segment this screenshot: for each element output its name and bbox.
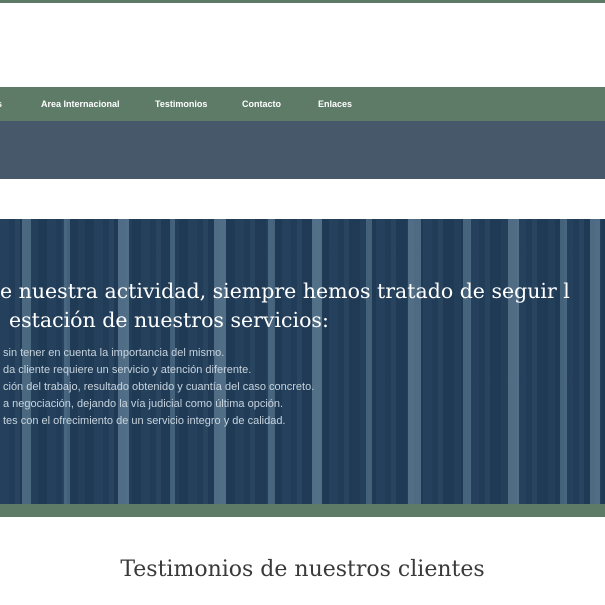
header — [0, 3, 605, 87]
main-nav: s Area Internacional Testimonios Contact… — [0, 87, 605, 121]
nav-item-testimonios[interactable]: Testimonios — [155, 87, 207, 121]
page: s Area Internacional Testimonios Contact… — [0, 0, 605, 605]
hero-heading-line: e nuestra actividad, siempre hemos trata… — [0, 279, 570, 303]
nav-item-enlaces[interactable]: Enlaces — [318, 87, 352, 121]
hero-section: e nuestra actividad, siempre hemos trata… — [0, 219, 605, 504]
hero-heading: e nuestra actividad, siempre hemos trata… — [0, 277, 605, 335]
hero-bottom-bar — [0, 504, 605, 517]
list-item: tes con el ofrecimiento de un servicio i… — [3, 415, 286, 427]
nav-item-area-internacional[interactable]: Area Internacional — [41, 87, 120, 121]
list-item: sin tener en cuenta la importancia del m… — [3, 347, 225, 359]
list-item: a negociación, dejando la vía judicial c… — [3, 398, 284, 410]
hero-heading-line: estación de nuestros servicios: — [9, 308, 329, 332]
list-item: ción del trabajo, resultado obtenido y c… — [3, 381, 315, 393]
hero-principles-list: sin tener en cuenta la importancia del m… — [0, 345, 605, 430]
nav-item-cut[interactable]: s — [0, 87, 2, 121]
testimonials-title: Testimonios de nuestros clientes — [120, 557, 485, 582]
list-item: da cliente requiere un servicio y atenci… — [3, 364, 252, 376]
nav-item-contacto[interactable]: Contacto — [242, 87, 281, 121]
page-title-band — [0, 121, 605, 179]
